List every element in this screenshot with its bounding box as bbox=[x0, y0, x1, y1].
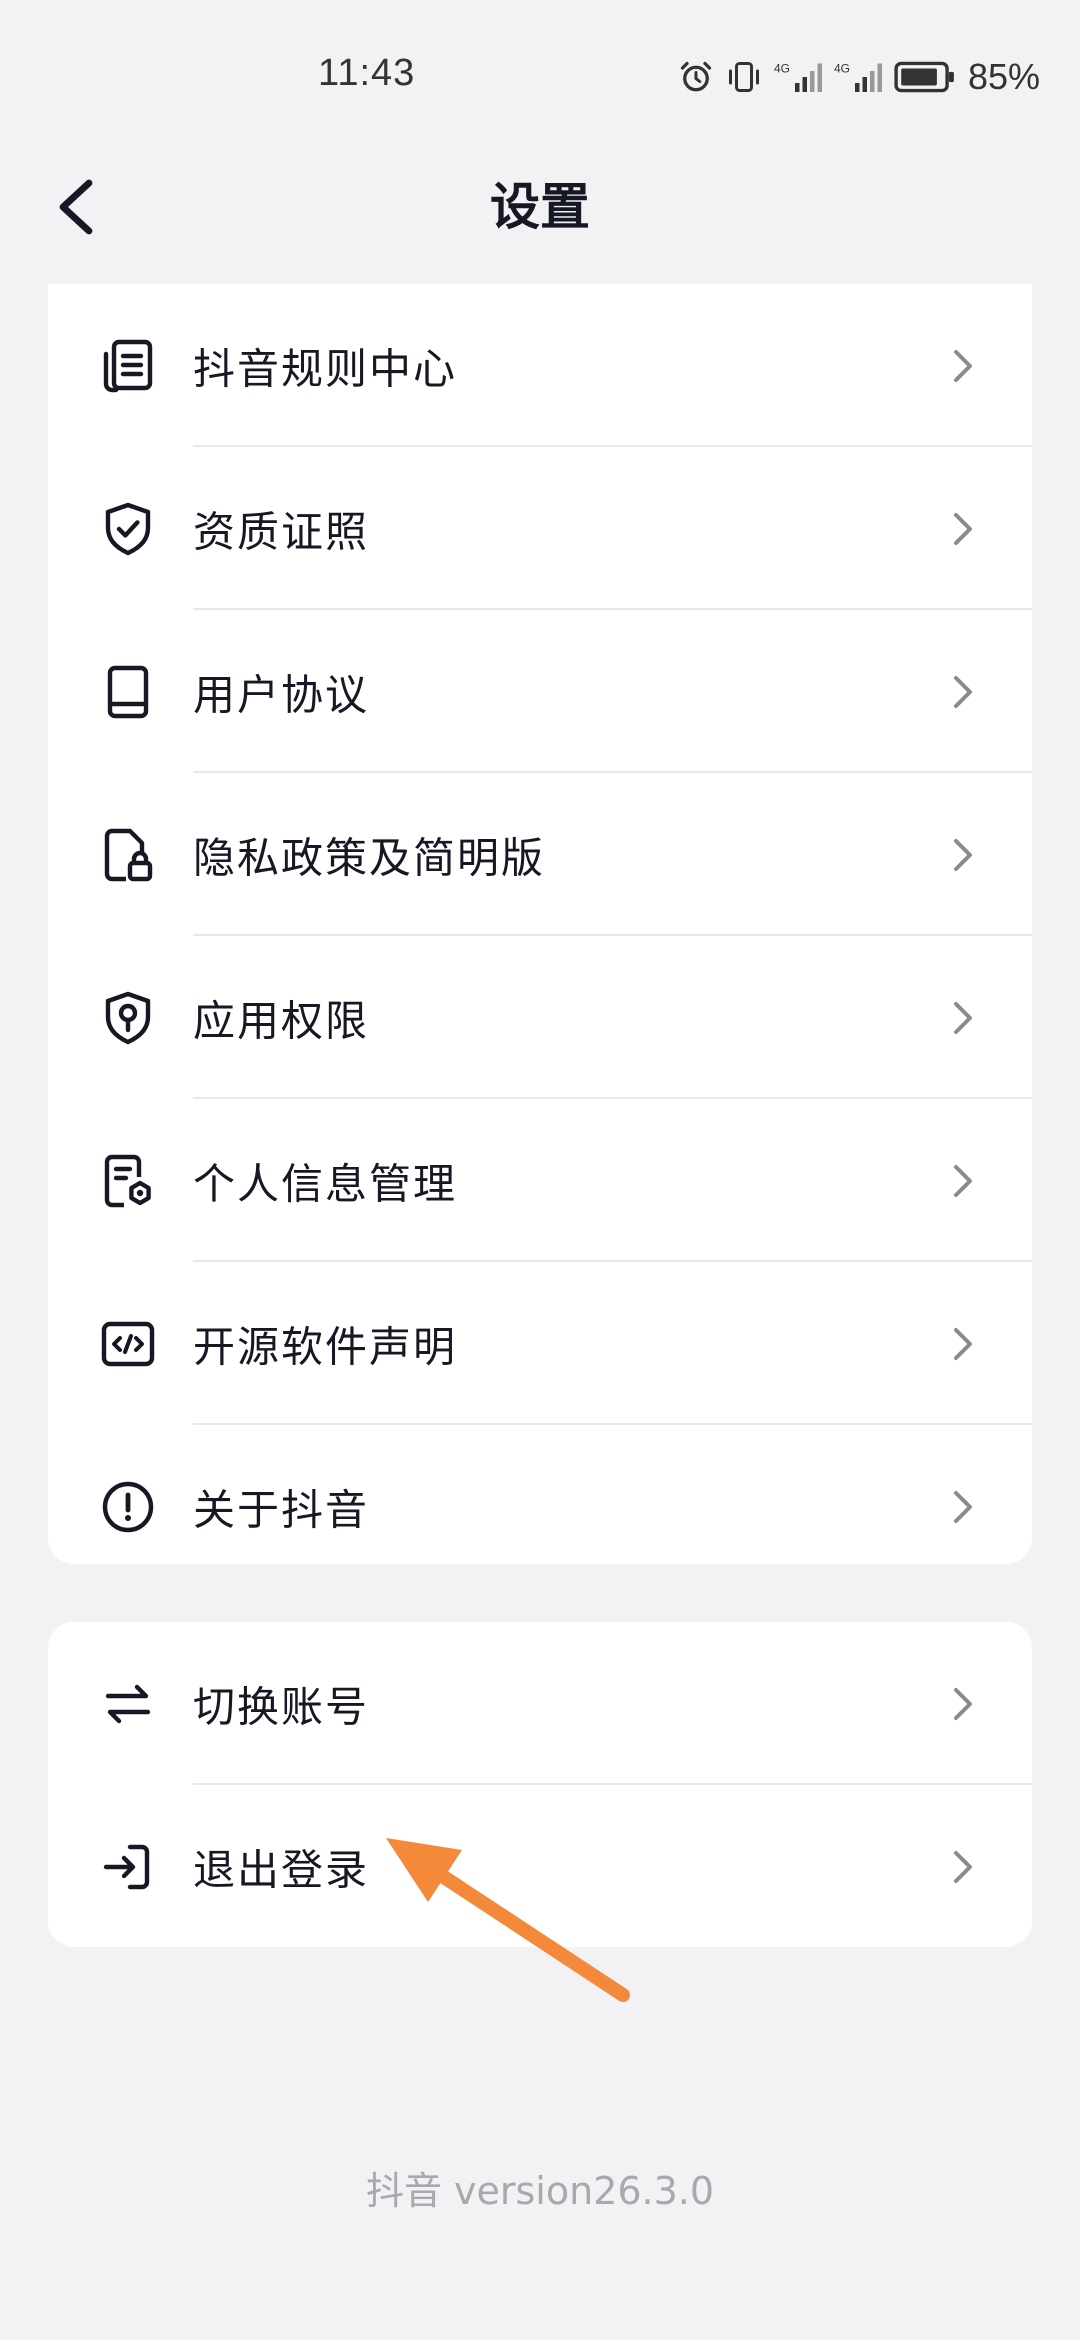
rules-center-label: 抖音规则中心 bbox=[193, 344, 458, 393]
alarm-icon bbox=[678, 59, 714, 95]
switch-account-label: 切换账号 bbox=[193, 1682, 370, 1731]
app-permissions-label: 应用权限 bbox=[193, 996, 370, 1045]
status-time: 11:43 bbox=[318, 52, 416, 94]
switch-account-item[interactable]: 切换账号 bbox=[48, 1622, 1032, 1785]
logout-icon bbox=[98, 1837, 158, 1897]
file-lock-icon bbox=[98, 825, 158, 885]
file-gear-icon bbox=[98, 1151, 158, 1211]
svg-text:4G: 4G bbox=[774, 62, 790, 76]
code-icon bbox=[98, 1314, 158, 1374]
shield-key-icon bbox=[98, 988, 158, 1048]
chevron-right-icon bbox=[954, 1687, 972, 1720]
chevron-right-icon bbox=[954, 349, 972, 382]
shield-check-icon bbox=[98, 499, 158, 559]
rules-center-item[interactable]: 抖音规则中心 bbox=[48, 284, 1032, 447]
svg-text:4G: 4G bbox=[834, 62, 850, 76]
personal-info-item[interactable]: 个人信息管理 bbox=[48, 1099, 1032, 1262]
chevron-right-icon bbox=[954, 1164, 972, 1197]
chevron-right-icon bbox=[954, 838, 972, 871]
chevron-right-icon bbox=[954, 1490, 972, 1523]
settings-list-account: 切换账号 退出登录 bbox=[48, 1622, 1032, 1947]
vibrate-icon bbox=[726, 59, 762, 95]
info-circle-icon bbox=[98, 1477, 158, 1537]
settings-list-about: 抖音规则中心 资质证照 用户协议 隐私政策及简明版 应用权限 个人信息管理 开源… bbox=[48, 284, 1032, 1564]
status-icons: 4G 4G 85% bbox=[678, 52, 1040, 102]
document-list-icon bbox=[98, 336, 158, 396]
status-bar: 11:43 4G 4G 85% bbox=[0, 0, 1080, 150]
personal-info-label: 个人信息管理 bbox=[193, 1159, 458, 1208]
app-permissions-item[interactable]: 应用权限 bbox=[48, 936, 1032, 1099]
chevron-right-icon bbox=[954, 675, 972, 708]
signal-1-icon: 4G bbox=[774, 59, 822, 95]
version-text: 抖音 version26.3.0 bbox=[365, 2169, 715, 2213]
open-source-item[interactable]: 开源软件声明 bbox=[48, 1262, 1032, 1425]
logout-item[interactable]: 退出登录 bbox=[48, 1785, 1032, 1948]
chevron-right-icon bbox=[954, 1327, 972, 1360]
page-title: 设置 bbox=[490, 178, 590, 236]
about-douyin-label: 关于抖音 bbox=[193, 1485, 370, 1534]
qualification-label: 资质证照 bbox=[193, 507, 370, 556]
privacy-policy-label: 隐私政策及简明版 bbox=[193, 833, 546, 882]
user-agreement-label: 用户协议 bbox=[193, 670, 370, 719]
qualification-item[interactable]: 资质证照 bbox=[48, 447, 1032, 610]
chevron-right-icon bbox=[954, 1850, 972, 1883]
open-source-label: 开源软件声明 bbox=[193, 1322, 458, 1371]
nav-bar: 设置 bbox=[0, 150, 1080, 270]
battery-icon bbox=[894, 60, 956, 94]
battery-percentage: 85% bbox=[967, 56, 1040, 97]
chevron-right-icon bbox=[954, 1001, 972, 1034]
about-douyin-item[interactable]: 关于抖音 bbox=[48, 1425, 1032, 1588]
chevron-right-icon bbox=[954, 512, 972, 545]
user-agreement-item[interactable]: 用户协议 bbox=[48, 610, 1032, 773]
switch-arrows-icon bbox=[98, 1674, 158, 1734]
logout-label: 退出登录 bbox=[193, 1845, 370, 1894]
signal-2-icon: 4G bbox=[834, 59, 882, 95]
privacy-policy-item[interactable]: 隐私政策及简明版 bbox=[48, 773, 1032, 936]
book-icon bbox=[98, 662, 158, 722]
